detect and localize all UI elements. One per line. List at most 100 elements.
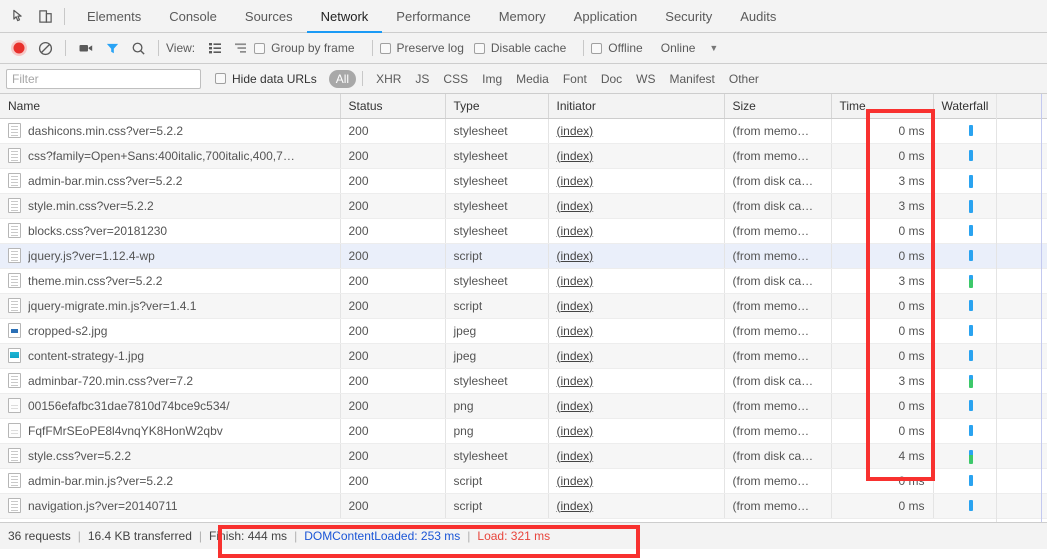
column-header-type[interactable]: Type — [445, 94, 548, 118]
cell-name[interactable]: style.min.css?ver=5.2.2 — [0, 193, 340, 218]
cell-waterfall — [933, 118, 1047, 143]
filter-type-img[interactable]: Img — [475, 70, 509, 88]
table-body: dashicons.min.css?ver=5.2.2200stylesheet… — [0, 118, 1047, 518]
initiator-link[interactable]: (index) — [557, 299, 594, 313]
cell-name[interactable]: admin-bar.min.js?ver=5.2.2 — [0, 468, 340, 493]
clear-icon[interactable] — [32, 36, 58, 60]
cell-name[interactable]: style.css?ver=5.2.2 — [0, 443, 340, 468]
table-row[interactable]: dashicons.min.css?ver=5.2.2200stylesheet… — [0, 118, 1047, 143]
column-header-waterfall[interactable]: Waterfall — [933, 94, 1047, 118]
record-button-icon[interactable] — [6, 36, 32, 60]
table-row[interactable]: navigation.js?ver=20140711200script(inde… — [0, 493, 1047, 518]
cell-status: 200 — [340, 218, 445, 243]
filter-type-font[interactable]: Font — [556, 70, 594, 88]
tab-memory[interactable]: Memory — [485, 0, 560, 33]
filter-type-ws[interactable]: WS — [629, 70, 662, 88]
table-row[interactable]: cropped-s2.jpg200jpeg(index)(from memo…0… — [0, 318, 1047, 343]
table-row[interactable]: css?family=Open+Sans:400italic,700italic… — [0, 143, 1047, 168]
list-view-icon[interactable] — [202, 36, 228, 60]
filter-type-other[interactable]: Other — [722, 70, 766, 88]
column-header-name[interactable]: Name — [0, 94, 340, 118]
initiator-link[interactable]: (index) — [557, 324, 594, 338]
hide-data-urls-checkbox[interactable]: Hide data URLs — [215, 72, 317, 86]
tab-performance[interactable]: Performance — [382, 0, 484, 33]
initiator-link[interactable]: (index) — [557, 399, 594, 413]
cell-initiator: (index) — [548, 443, 724, 468]
initiator-link[interactable]: (index) — [557, 424, 594, 438]
filter-type-js[interactable]: JS — [408, 70, 436, 88]
table-row[interactable]: style.min.css?ver=5.2.2200stylesheet(ind… — [0, 193, 1047, 218]
group-by-frame-checkbox[interactable]: Group by frame — [254, 41, 354, 55]
table-row[interactable]: admin-bar.min.css?ver=5.2.2200stylesheet… — [0, 168, 1047, 193]
tab-security[interactable]: Security — [651, 0, 726, 33]
table-row[interactable]: 00156efafbc31dae7810d74bce9c534/200png(i… — [0, 393, 1047, 418]
tab-console[interactable]: Console — [155, 0, 231, 33]
filter-type-media[interactable]: Media — [509, 70, 556, 88]
filter-funnel-icon[interactable] — [99, 36, 125, 60]
initiator-link[interactable]: (index) — [557, 374, 594, 388]
cell-name[interactable]: FqfFMrSEoPE8l4vnqYK8HonW2qbv — [0, 418, 340, 443]
initiator-link[interactable]: (index) — [557, 149, 594, 163]
device-toolbar-icon[interactable] — [32, 3, 58, 29]
waterfall-view-icon[interactable] — [228, 36, 254, 60]
filter-input[interactable] — [6, 69, 201, 89]
table-row[interactable]: adminbar-720.min.css?ver=7.2200styleshee… — [0, 368, 1047, 393]
cell-name[interactable]: content-strategy-1.jpg — [0, 343, 340, 368]
column-header-size[interactable]: Size — [724, 94, 831, 118]
initiator-link[interactable]: (index) — [557, 474, 594, 488]
initiator-link[interactable]: (index) — [557, 199, 594, 213]
network-request-table[interactable]: Name Status Type Initiator Size Time Wat… — [0, 94, 1047, 522]
offline-checkbox[interactable]: Offline — [591, 41, 642, 55]
initiator-link[interactable]: (index) — [557, 224, 594, 238]
filter-type-css[interactable]: CSS — [436, 70, 475, 88]
cell-name[interactable]: cropped-s2.jpg — [0, 318, 340, 343]
cell-size: (from disk ca… — [724, 368, 831, 393]
cell-name[interactable]: css?family=Open+Sans:400italic,700italic… — [0, 143, 340, 168]
table-row[interactable]: style.css?ver=5.2.2200stylesheet(index)(… — [0, 443, 1047, 468]
disable-cache-checkbox[interactable]: Disable cache — [474, 41, 566, 55]
cell-name[interactable]: 00156efafbc31dae7810d74bce9c534/ — [0, 393, 340, 418]
filter-type-all[interactable]: All — [329, 70, 356, 88]
chevron-down-icon[interactable]: ▼ — [709, 43, 718, 53]
cell-name[interactable]: admin-bar.min.css?ver=5.2.2 — [0, 168, 340, 193]
initiator-link[interactable]: (index) — [557, 349, 594, 363]
filter-type-manifest[interactable]: Manifest — [663, 70, 722, 88]
inspect-cursor-icon[interactable] — [6, 3, 32, 29]
search-icon[interactable] — [125, 36, 151, 60]
camera-icon[interactable] — [73, 36, 99, 60]
tab-audits[interactable]: Audits — [726, 0, 790, 33]
tab-elements[interactable]: Elements — [73, 0, 155, 33]
cell-name[interactable]: blocks.css?ver=20181230 — [0, 218, 340, 243]
table-row[interactable]: blocks.css?ver=20181230200stylesheet(ind… — [0, 218, 1047, 243]
initiator-link[interactable]: (index) — [557, 499, 594, 513]
document-file-icon — [8, 173, 21, 188]
filter-type-xhr[interactable]: XHR — [369, 70, 408, 88]
initiator-link[interactable]: (index) — [557, 274, 594, 288]
cell-name[interactable]: adminbar-720.min.css?ver=7.2 — [0, 368, 340, 393]
table-row[interactable]: admin-bar.min.js?ver=5.2.2200script(inde… — [0, 468, 1047, 493]
cell-name[interactable]: navigation.js?ver=20140711 — [0, 493, 340, 518]
cell-name[interactable]: dashicons.min.css?ver=5.2.2 — [0, 118, 340, 143]
table-row[interactable]: theme.min.css?ver=5.2.2200stylesheet(ind… — [0, 268, 1047, 293]
table-row[interactable]: content-strategy-1.jpg200jpeg(index)(fro… — [0, 343, 1047, 368]
column-header-time[interactable]: Time — [831, 94, 933, 118]
table-row[interactable]: jquery.js?ver=1.12.4-wp200script(index)(… — [0, 243, 1047, 268]
tab-sources[interactable]: Sources — [231, 0, 307, 33]
filter-type-doc[interactable]: Doc — [594, 70, 629, 88]
initiator-link[interactable]: (index) — [557, 174, 594, 188]
cell-name[interactable]: jquery.js?ver=1.12.4-wp — [0, 243, 340, 268]
table-row[interactable]: jquery-migrate.min.js?ver=1.4.1200script… — [0, 293, 1047, 318]
cell-size: (from memo… — [724, 393, 831, 418]
table-row[interactable]: FqfFMrSEoPE8l4vnqYK8HonW2qbv200png(index… — [0, 418, 1047, 443]
throttling-value[interactable]: Online — [661, 41, 696, 55]
cell-name[interactable]: theme.min.css?ver=5.2.2 — [0, 268, 340, 293]
cell-name[interactable]: jquery-migrate.min.js?ver=1.4.1 — [0, 293, 340, 318]
initiator-link[interactable]: (index) — [557, 449, 594, 463]
initiator-link[interactable]: (index) — [557, 249, 594, 263]
tab-application[interactable]: Application — [560, 0, 652, 33]
initiator-link[interactable]: (index) — [557, 124, 594, 138]
column-header-initiator[interactable]: Initiator — [548, 94, 724, 118]
preserve-log-checkbox[interactable]: Preserve log — [380, 41, 464, 55]
column-header-status[interactable]: Status — [340, 94, 445, 118]
tab-network[interactable]: Network — [307, 0, 383, 33]
